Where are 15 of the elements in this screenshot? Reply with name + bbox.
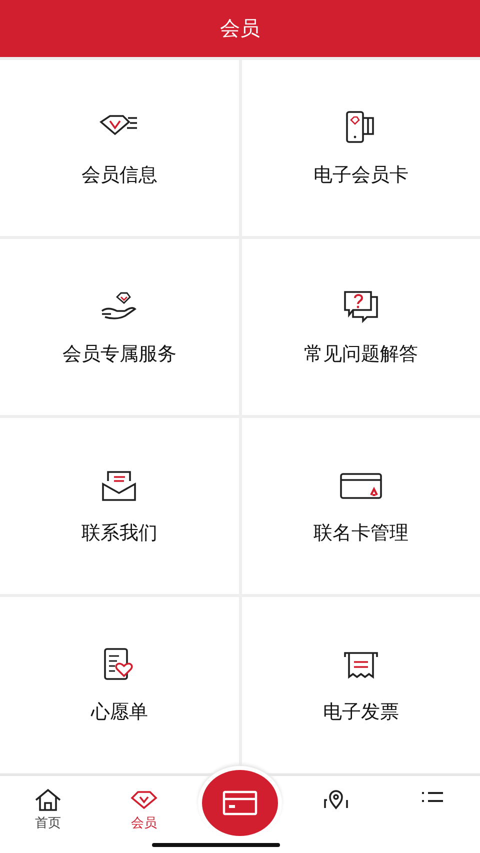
menu-tile[interactable]: 电子发票 bbox=[242, 597, 480, 773]
tab-item[interactable]: 首页 bbox=[0, 776, 96, 853]
menu-tile[interactable]: 会员信息 bbox=[0, 60, 238, 236]
page-title: 会员 bbox=[220, 15, 260, 42]
menu-tile[interactable]: 会员专属服务 bbox=[0, 239, 238, 415]
menu-tile[interactable]: 联系我们 bbox=[0, 418, 238, 594]
diamond-icon bbox=[130, 788, 158, 812]
map-pin-icon bbox=[321, 788, 351, 812]
menu-tile[interactable]: 常见问题解答 bbox=[242, 239, 480, 415]
menu-tile[interactable]: 心愿单 bbox=[0, 597, 238, 773]
menu-tile[interactable]: 电子会员卡 bbox=[242, 60, 480, 236]
menu-tile[interactable]: 联名卡管理 bbox=[242, 418, 480, 594]
tab-item[interactable]: 会员 bbox=[96, 776, 192, 853]
home-icon bbox=[34, 788, 62, 812]
card-icon bbox=[222, 789, 258, 817]
